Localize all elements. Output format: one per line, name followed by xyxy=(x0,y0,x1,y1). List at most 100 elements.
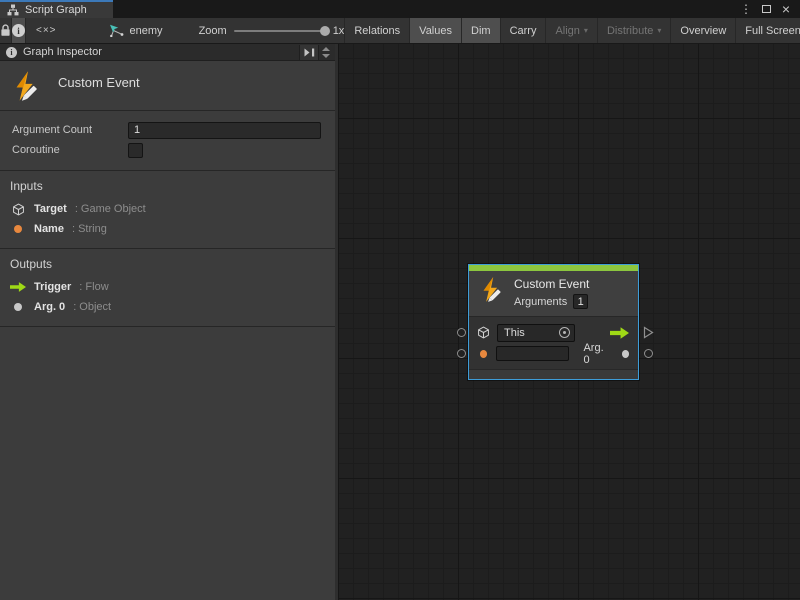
coroutine-checkbox[interactable] xyxy=(128,143,143,158)
relations-button[interactable]: Relations xyxy=(344,18,409,43)
argument-count-input[interactable] xyxy=(128,122,321,139)
custom-event-node-group: Custom Event Arguments 1 xyxy=(456,264,656,382)
dim-button[interactable]: Dim xyxy=(461,18,500,43)
node-footer xyxy=(469,369,638,379)
dock-panel-button[interactable] xyxy=(299,45,319,60)
inputs-section: Inputs Target : Game Object Name : Strin… xyxy=(0,171,335,249)
lock-icon xyxy=(0,24,11,37)
unity-script-graph-window: Script Graph ⋮ × i <×> xyxy=(0,0,800,600)
event-properties: Argument Count Coroutine xyxy=(0,111,335,171)
button-label: Distribute xyxy=(607,25,653,37)
align-dropdown: Align ▾ xyxy=(545,18,596,43)
port-name: Target xyxy=(34,203,67,215)
flow-arrow-icon xyxy=(10,282,26,292)
toolbar: i <×> enemy Zoom 1x xyxy=(0,18,800,44)
input-port-target[interactable] xyxy=(457,328,466,337)
port-type: : Game Object xyxy=(75,203,146,215)
port-type: : String xyxy=(72,223,107,235)
chevron-down-icon: ▾ xyxy=(584,26,588,35)
port-name: Trigger xyxy=(34,281,71,293)
zoom-slider-handle[interactable] xyxy=(320,26,330,36)
orange-dot-icon xyxy=(480,350,487,358)
arguments-count-field[interactable]: 1 xyxy=(573,294,588,309)
tab-script-graph[interactable]: Script Graph xyxy=(0,0,113,18)
toolbar-buttons: Relations Values Dim Carry Align ▾ Distr… xyxy=(344,18,800,43)
graph-pointer-icon xyxy=(109,24,124,37)
argument-count-row: Argument Count xyxy=(12,120,321,140)
input-row-name: Name : String xyxy=(0,219,335,239)
output-row-arg0: Arg. 0 : Object xyxy=(0,297,335,317)
output-row-trigger: Trigger : Flow xyxy=(0,277,335,297)
button-label: Overview xyxy=(680,25,726,37)
values-button[interactable]: Values xyxy=(409,18,461,43)
object-picker-icon[interactable] xyxy=(559,327,570,338)
zoom-slider[interactable] xyxy=(234,30,326,32)
node-title: Custom Event xyxy=(514,277,589,291)
port-name: Arg. 0 xyxy=(34,301,65,313)
outputs-section: Outputs Trigger : Flow Arg. 0 : Object xyxy=(0,249,335,327)
custom-event-icon xyxy=(478,276,505,309)
port-name: Name xyxy=(34,223,64,235)
breadcrumb-label: enemy xyxy=(130,25,163,37)
overview-button[interactable]: Overview xyxy=(670,18,735,43)
carry-button[interactable]: Carry xyxy=(500,18,546,43)
node-row-arg0: Arg. 0 xyxy=(477,343,631,364)
close-icon[interactable]: × xyxy=(778,1,794,17)
titlebar: Script Graph ⋮ × xyxy=(0,0,800,18)
inspector-toggle-button[interactable]: i xyxy=(11,18,26,43)
button-label: Dim xyxy=(471,25,491,37)
inspected-unit-title: Custom Event xyxy=(58,75,140,102)
graph-hierarchy-icon xyxy=(7,4,19,16)
zoom-control: Zoom 1x xyxy=(199,18,345,43)
code-view-button[interactable]: <×> xyxy=(26,18,67,43)
gray-dot-icon xyxy=(622,350,629,358)
node-header[interactable]: Custom Event Arguments 1 xyxy=(469,271,638,317)
info-icon: i xyxy=(12,24,25,37)
port-type: : Flow xyxy=(79,281,108,293)
tab-title: Script Graph xyxy=(25,4,87,16)
output-port-trigger[interactable] xyxy=(643,326,654,344)
target-object-field[interactable]: This xyxy=(497,324,575,342)
flow-arrow-icon xyxy=(610,327,629,339)
graph-breadcrumb[interactable]: enemy xyxy=(109,18,163,43)
button-label: Values xyxy=(419,25,452,37)
inputs-heading: Inputs xyxy=(0,179,335,193)
node-row-target: This xyxy=(477,322,631,343)
argument-count-label: Argument Count xyxy=(12,124,128,136)
target-value: This xyxy=(504,327,559,339)
chevron-down-icon: ▾ xyxy=(657,26,661,35)
button-label: Carry xyxy=(510,25,537,37)
inspected-unit-header: Custom Event xyxy=(0,61,335,111)
name-input-field[interactable] xyxy=(496,346,569,361)
input-row-target: Target : Game Object xyxy=(0,199,335,219)
info-icon: i xyxy=(6,47,17,58)
cube-icon xyxy=(477,326,490,339)
custom-event-icon xyxy=(10,70,42,102)
graph-canvas[interactable]: Custom Event Arguments 1 xyxy=(338,44,800,600)
coroutine-row: Coroutine xyxy=(12,140,321,160)
zoom-label: Zoom xyxy=(199,25,227,37)
custom-event-node[interactable]: Custom Event Arguments 1 xyxy=(468,264,639,380)
dock-icon xyxy=(304,48,315,57)
output-port-arg0[interactable] xyxy=(644,349,653,358)
arguments-label: Arguments xyxy=(514,296,567,308)
arg0-label: Arg. 0 xyxy=(583,342,610,366)
window-controls: ⋮ × xyxy=(738,0,800,18)
chevron-down-icon xyxy=(322,54,330,58)
lock-button[interactable] xyxy=(0,18,11,43)
node-body: This xyxy=(469,317,638,369)
outputs-heading: Outputs xyxy=(0,257,335,271)
button-label: Full Screen xyxy=(745,25,800,37)
button-label: Relations xyxy=(354,25,400,37)
window-menu-icon[interactable]: ⋮ xyxy=(738,1,754,17)
code-icon: <×> xyxy=(26,25,67,36)
orange-dot-icon xyxy=(10,225,26,233)
full-screen-button[interactable]: Full Screen xyxy=(735,18,800,43)
maximize-icon[interactable] xyxy=(758,1,774,17)
gray-dot-icon xyxy=(10,303,26,311)
panel-title: Graph Inspector xyxy=(23,46,299,58)
input-port-name[interactable] xyxy=(457,349,466,358)
graph-inspector-header: i Graph Inspector xyxy=(0,44,335,61)
scroll-spinner[interactable] xyxy=(319,47,333,58)
button-label: Align xyxy=(555,25,579,37)
